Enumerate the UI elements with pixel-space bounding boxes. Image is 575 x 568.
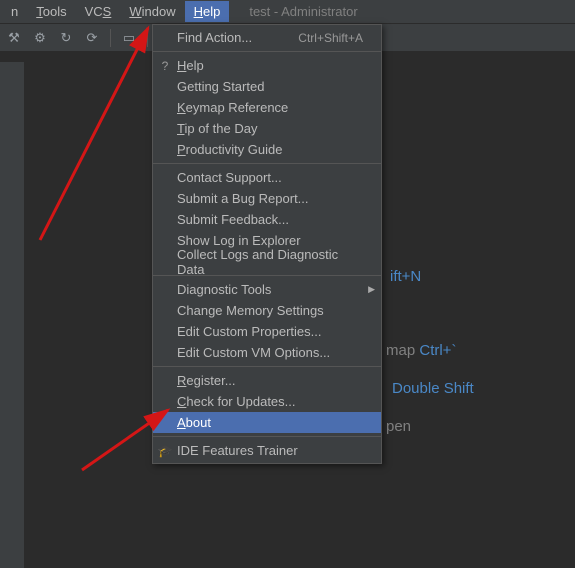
toolbar-separator — [147, 29, 148, 47]
menu-keymap-reference[interactable]: Keymap Reference — [153, 97, 381, 118]
question-icon: ? — [157, 59, 173, 73]
menu-separator — [153, 436, 381, 437]
menu-run-partial[interactable]: n — [2, 1, 27, 22]
menu-ide-trainer[interactable]: 🎓 IDE Features Trainer — [153, 440, 381, 461]
hammer-icon[interactable]: ⚒ — [4, 28, 24, 48]
toolbar-separator — [110, 29, 111, 47]
menu-edit-properties[interactable]: Edit Custom Properties... — [153, 321, 381, 342]
menu-check-updates[interactable]: Check for Updates... — [153, 391, 381, 412]
hint-double-shift: Double Shift — [392, 380, 474, 397]
graduation-cap-icon: 🎓 — [157, 444, 173, 458]
menu-tip-of-day[interactable]: Tip of the Day — [153, 118, 381, 139]
menu-contact-support[interactable]: Contact Support... — [153, 167, 381, 188]
menubar: n Tools VCS Window Help test - Administr… — [0, 0, 575, 24]
menu-window[interactable]: Window — [120, 1, 184, 22]
menu-getting-started[interactable]: Getting Started — [153, 76, 381, 97]
menu-register[interactable]: Register... — [153, 370, 381, 391]
gear-icon[interactable]: ⚙ — [30, 28, 50, 48]
hint-shortcut-1: ift+N — [390, 268, 421, 285]
menu-separator — [153, 51, 381, 52]
menu-separator — [153, 163, 381, 164]
arrows-icon[interactable]: ↻ — [56, 28, 76, 48]
menu-productivity-guide[interactable]: Productivity Guide — [153, 139, 381, 160]
menu-change-memory[interactable]: Change Memory Settings — [153, 300, 381, 321]
hint-open: pen — [386, 418, 411, 435]
menu-submit-feedback[interactable]: Submit Feedback... — [153, 209, 381, 230]
menu-help-topics[interactable]: ? Help — [153, 55, 381, 76]
menu-submit-bug[interactable]: Submit a Bug Report... — [153, 188, 381, 209]
window-title: test - Administrator — [229, 4, 357, 19]
menu-vcs[interactable]: VCS — [76, 1, 121, 22]
menu-separator — [153, 366, 381, 367]
menu-help[interactable]: Help — [185, 1, 230, 22]
chevron-right-icon: ▶ — [368, 284, 375, 295]
box-icon[interactable]: ▭ — [119, 28, 139, 48]
menu-about[interactable]: About — [153, 412, 381, 433]
menu-collect-logs[interactable]: Collect Logs and Diagnostic Data — [153, 251, 381, 272]
menu-diagnostic-tools[interactable]: Diagnostic Tools ▶ — [153, 279, 381, 300]
menu-tools[interactable]: Tools — [27, 1, 75, 22]
menu-find-action[interactable]: Find Action... Ctrl+Shift+A — [153, 27, 381, 48]
menu-edit-vm-options[interactable]: Edit Custom VM Options... — [153, 342, 381, 363]
hint-keymap: map Ctrl+` — [386, 342, 456, 359]
help-dropdown: Find Action... Ctrl+Shift+A ? Help Getti… — [152, 24, 382, 464]
refresh-icon[interactable]: ⟳ — [82, 28, 102, 48]
